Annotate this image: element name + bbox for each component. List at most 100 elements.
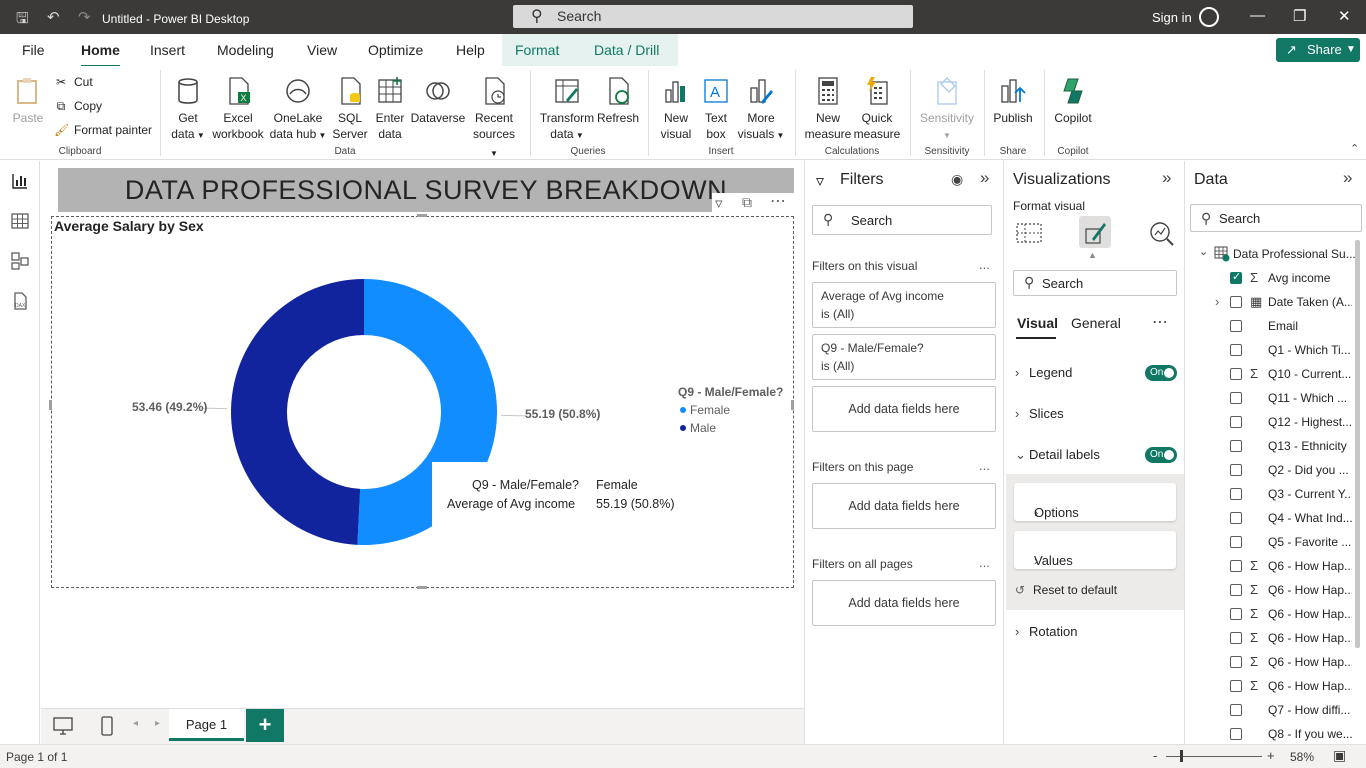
tab-modeling[interactable]: Modeling (217, 42, 274, 58)
build-visual-icon[interactable] (1015, 220, 1043, 246)
field-name[interactable]: Date Taken (A... (1268, 295, 1352, 315)
field-name[interactable]: Avg income (1268, 271, 1352, 291)
field-name[interactable]: Q13 - Ethnicity (1268, 439, 1352, 459)
fit-to-page-icon[interactable]: ▣ (1333, 747, 1346, 764)
tab-file[interactable]: File (22, 42, 45, 58)
more-visuals-button[interactable]: More visuals ▼ (736, 76, 786, 144)
global-search-box[interactable]: ⚲ Search (513, 5, 913, 28)
dax-query-view-icon[interactable]: DAX (10, 291, 30, 311)
field-name[interactable]: Q2 - Did you ... (1268, 463, 1352, 483)
filter-icon[interactable]: ▿ (715, 194, 723, 212)
field-checkbox[interactable] (1230, 416, 1242, 428)
minimize-icon[interactable]: — (1250, 7, 1265, 24)
field-name[interactable]: Q1 - Which Ti... (1268, 343, 1352, 363)
restore-icon[interactable]: ❐ (1293, 7, 1306, 25)
field-checkbox[interactable] (1230, 656, 1242, 668)
field-checkbox[interactable] (1230, 536, 1242, 548)
field-name[interactable]: Q11 - Which ... (1268, 391, 1352, 411)
new-visual-button[interactable]: New visual (656, 76, 696, 142)
field-name[interactable]: Q12 - Highest... (1268, 415, 1352, 435)
tab-view[interactable]: View (307, 42, 337, 58)
field-name[interactable]: Q6 - How Hap... (1268, 607, 1352, 627)
field-name[interactable]: Q6 - How Hap... (1268, 655, 1352, 675)
quick-measure-button[interactable]: Quick measure (853, 76, 901, 142)
reset-to-default-button[interactable]: ↺ Reset to default (1015, 583, 1117, 597)
save-icon[interactable]: 🖫 (16, 8, 29, 33)
rotation-section[interactable]: › Rotation (1015, 624, 1077, 639)
filter-card-avg-income[interactable]: Average of Avg income is (All) (812, 282, 996, 328)
field-checkbox[interactable] (1230, 584, 1242, 596)
field-name[interactable]: Q6 - How Hap... (1268, 583, 1352, 603)
sql-server-button[interactable]: SQL Server (330, 76, 370, 142)
undo-icon[interactable]: ↶ (47, 8, 60, 26)
eye-icon[interactable]: ◉ (951, 171, 963, 188)
zoom-out-icon[interactable]: - (1153, 748, 1157, 763)
chevron-right-icon[interactable]: › (1215, 294, 1219, 309)
slices-section[interactable]: › Slices (1015, 406, 1064, 421)
field-checkbox[interactable] (1230, 704, 1242, 716)
field-name[interactable]: Q6 - How Hap... (1268, 631, 1352, 651)
resize-handle[interactable] (417, 586, 427, 589)
field-name[interactable]: Q3 - Current Y... (1268, 487, 1352, 507)
filter-card-male-female[interactable]: Q9 - Male/Female? is (All) (812, 334, 996, 380)
report-view-icon[interactable] (10, 171, 30, 191)
more-options-icon[interactable]: ... (979, 555, 990, 570)
add-report-filter-dropzone[interactable]: Add data fields here (812, 580, 996, 626)
collapse-pane-icon[interactable]: » (1162, 168, 1171, 188)
desktop-layout-icon[interactable] (52, 716, 74, 736)
tab-data-drill[interactable]: Data / Drill (594, 42, 659, 58)
page-tab-page-1[interactable]: Page 1 (169, 709, 244, 741)
resize-handle[interactable] (49, 400, 52, 410)
table-name[interactable]: Data Professional Su... (1233, 247, 1356, 261)
field-name[interactable]: Q8 - If you we... (1268, 727, 1352, 741)
detail-labels-section[interactable]: ⌄ Detail labels (1015, 447, 1100, 463)
field-checkbox[interactable] (1230, 512, 1242, 524)
tab-home[interactable]: Home (81, 42, 120, 68)
data-pane-scrollbar[interactable] (1355, 240, 1360, 648)
tab-insert[interactable]: Insert (150, 42, 185, 58)
text-box-button[interactable]: A Text box (698, 76, 734, 142)
field-checkbox[interactable] (1230, 632, 1242, 644)
field-checkbox[interactable] (1230, 560, 1242, 572)
focus-mode-icon[interactable]: ⧉ (742, 194, 752, 211)
excel-workbook-button[interactable]: X Excel workbook (210, 76, 266, 142)
dataverse-button[interactable]: Dataverse (410, 76, 466, 126)
more-options-icon[interactable]: ... (979, 458, 990, 473)
tab-general[interactable]: General (1071, 315, 1121, 331)
collapse-ribbon-icon[interactable]: ⌃ (1350, 142, 1359, 155)
tab-optimize[interactable]: Optimize (368, 42, 423, 58)
field-checkbox[interactable] (1230, 680, 1242, 692)
recent-sources-button[interactable]: Recent sources ▼ (468, 76, 520, 162)
field-name[interactable]: Q7 - How diffi... (1268, 703, 1352, 723)
zoom-in-icon[interactable]: + (1267, 748, 1275, 763)
more-options-icon[interactable]: ⋯ (1152, 312, 1168, 332)
field-name[interactable]: Q4 - What Ind... (1268, 511, 1352, 531)
detail-labels-toggle[interactable]: On (1145, 447, 1177, 463)
data-search-input[interactable]: ⚲ Search (1190, 204, 1362, 232)
options-subsection[interactable]: › Options (1014, 483, 1176, 521)
legend-section[interactable]: › Legend (1015, 365, 1072, 380)
add-visual-filter-dropzone[interactable]: Add data fields here (812, 386, 996, 432)
refresh-button[interactable]: Refresh (596, 76, 640, 126)
field-checkbox[interactable] (1230, 344, 1242, 356)
next-page-icon[interactable]: ▸ (155, 718, 160, 729)
sensitivity-button[interactable]: Sensitivity ▼ (915, 76, 979, 144)
tab-visual[interactable]: Visual (1017, 315, 1058, 331)
legend-item-male[interactable]: Male (680, 421, 716, 435)
analytics-icon[interactable] (1148, 220, 1176, 246)
field-checkbox[interactable] (1230, 368, 1242, 380)
field-name[interactable]: Q5 - Favorite ... (1268, 535, 1352, 555)
field-checkbox[interactable] (1230, 608, 1242, 620)
filters-search-input[interactable]: ⚲ Search (812, 205, 992, 235)
field-checkbox[interactable] (1230, 440, 1242, 452)
format-visual-tab[interactable] (1079, 216, 1111, 248)
values-subsection[interactable]: › Values (1014, 531, 1176, 569)
field-checkbox[interactable] (1230, 392, 1242, 404)
field-name[interactable]: Q10 - Current... (1268, 367, 1352, 387)
field-name[interactable]: Email (1268, 319, 1352, 339)
tab-help[interactable]: Help (456, 42, 485, 58)
field-name[interactable]: Q6 - How Hap... (1268, 559, 1352, 579)
field-checkbox[interactable] (1230, 728, 1242, 740)
new-measure-button[interactable]: New measure (803, 76, 853, 142)
field-checkbox[interactable]: ✓ (1230, 271, 1242, 284)
